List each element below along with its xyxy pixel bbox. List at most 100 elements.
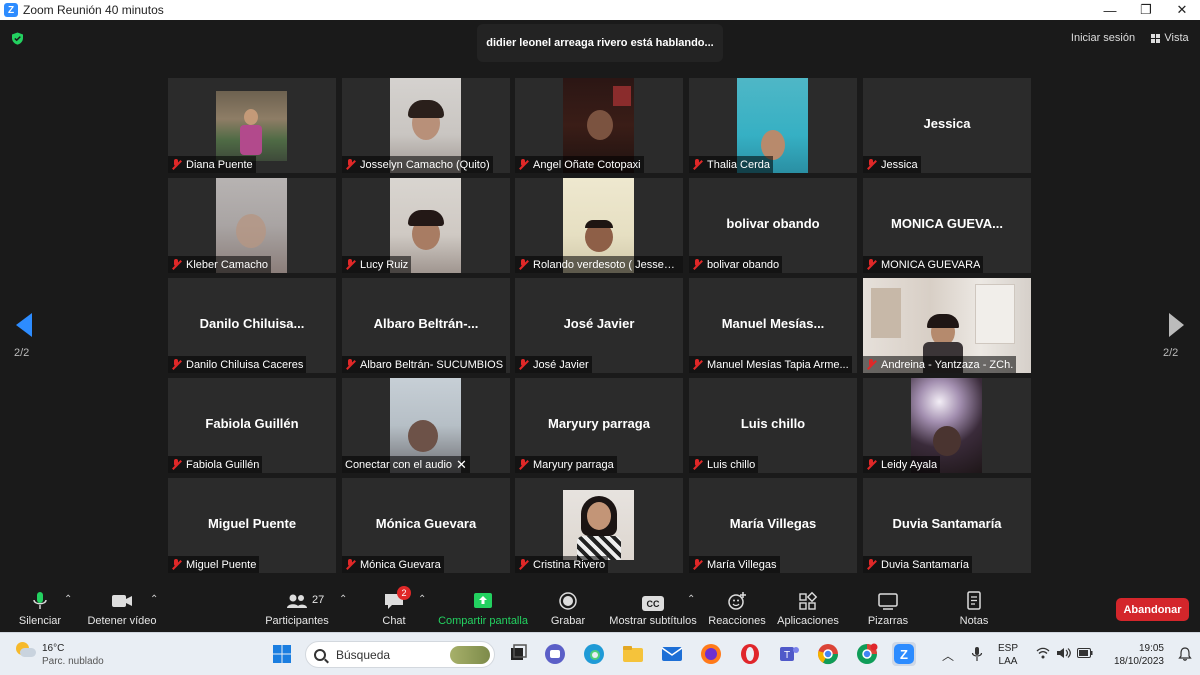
- teams-icon[interactable]: T: [777, 642, 801, 666]
- search-icon: [314, 648, 326, 661]
- participant-tile[interactable]: Kleber Camacho: [168, 178, 336, 273]
- participant-tile[interactable]: Maryury parraga Maryury parraga: [515, 378, 683, 473]
- chat-options-caret-icon[interactable]: ⌃: [418, 594, 426, 605]
- keyboard-language[interactable]: ESP LAA: [998, 642, 1018, 668]
- participant-tile[interactable]: Angel Oñate Cotopaxi: [515, 78, 683, 173]
- participant-nameplate: Manuel Mesías Tapia Arme...: [689, 356, 852, 373]
- muted-mic-icon: [866, 559, 876, 570]
- svg-text:T: T: [784, 650, 790, 661]
- participant-tile[interactable]: Diana Puente: [168, 78, 336, 173]
- participant-tile[interactable]: Manuel Mesías... Manuel Mesías Tapia Arm…: [689, 278, 857, 373]
- reactions-button[interactable]: Reacciones: [708, 585, 766, 632]
- participant-display-name: Fabiola Guillén: [205, 416, 299, 431]
- participant-display-name: Albaro Beltrán-...: [373, 316, 479, 331]
- notes-button[interactable]: Notas: [956, 585, 992, 632]
- notes-icon: [967, 591, 981, 610]
- participant-avatar-photo: [563, 490, 634, 560]
- chat-app-icon[interactable]: [543, 642, 567, 666]
- weather-widget[interactable]: 16°C Parc. nublado: [14, 642, 104, 668]
- window-controls: — ❐ ✕: [1092, 0, 1200, 20]
- volume-icon[interactable]: [1056, 647, 1071, 659]
- participant-tile[interactable]: José Javier José Javier: [515, 278, 683, 373]
- participant-tile[interactable]: Albaro Beltrán-... Albaro Beltrán- SUCUM…: [342, 278, 510, 373]
- participant-nameplate: Albaro Beltrán- SUCUMBIOS: [342, 356, 507, 373]
- edge-browser-icon[interactable]: [582, 642, 606, 666]
- windows-start-icon[interactable]: [270, 642, 294, 666]
- muted-mic-icon: [866, 159, 876, 170]
- zoom-logo-icon: Z: [4, 3, 18, 17]
- zoom-app-icon[interactable]: Z: [892, 642, 916, 666]
- chat-button[interactable]: 2 Chat: [376, 585, 412, 632]
- participant-tile[interactable]: Jessica Jessica: [863, 78, 1031, 173]
- participant-nameplate: Lucy Ruiz: [342, 256, 412, 273]
- task-view-icon[interactable]: [505, 642, 529, 666]
- opera-icon[interactable]: [738, 642, 762, 666]
- participant-tile[interactable]: Josselyn Camacho (Quito): [342, 78, 510, 173]
- participants-button[interactable]: 27 Participantes: [263, 585, 331, 632]
- mute-button[interactable]: Silenciar: [14, 585, 66, 632]
- audio-options-caret-icon[interactable]: ⌃: [64, 594, 72, 605]
- participant-tile[interactable]: Lucy Ruiz: [342, 178, 510, 273]
- battery-icon[interactable]: [1077, 648, 1093, 658]
- close-icon[interactable]: ✕: [456, 457, 467, 473]
- previous-page-arrow-icon[interactable]: [16, 313, 32, 337]
- participant-tile[interactable]: Fabiola Guillén Fabiola Guillén: [168, 378, 336, 473]
- participant-tile[interactable]: María Villegas María Villegas: [689, 478, 857, 573]
- participant-tile[interactable]: Miguel Puente Miguel Puente: [168, 478, 336, 573]
- participant-tile[interactable]: Rolando verdesoto ( Jessenia...: [515, 178, 683, 273]
- page-indicator-left: 2/2: [14, 347, 30, 359]
- video-camera-icon: [112, 595, 132, 607]
- participant-tile[interactable]: MONICA GUEVA... MONICA GUEVARA: [863, 178, 1031, 273]
- file-explorer-icon[interactable]: [621, 642, 645, 666]
- participant-tile[interactable]: Conectar con el audio ✕: [342, 378, 510, 473]
- share-screen-button[interactable]: Compartir pantalla: [436, 585, 530, 632]
- participant-tile[interactable]: bolivar obando bolivar obando: [689, 178, 857, 273]
- participant-video: [216, 91, 287, 161]
- participant-nameplate: Leidy Ayala: [863, 456, 941, 473]
- show-subtitles-button[interactable]: CC Mostrar subtítulos: [608, 585, 698, 632]
- show-hidden-icons-chevron-icon[interactable]: ︿: [942, 647, 954, 664]
- participant-tile[interactable]: Duvia Santamaría Duvia Santamaría: [863, 478, 1031, 573]
- subtitles-options-caret-icon[interactable]: ⌃: [687, 594, 695, 605]
- record-button[interactable]: Grabar: [548, 585, 588, 632]
- participant-nameplate: Maryury parraga: [515, 456, 617, 473]
- muted-mic-icon: [692, 359, 702, 370]
- participants-count: 27: [312, 594, 325, 606]
- firefox-icon[interactable]: [699, 642, 723, 666]
- video-options-caret-icon[interactable]: ⌃: [150, 594, 158, 605]
- maximize-button[interactable]: ❐: [1128, 0, 1164, 20]
- participants-options-caret-icon[interactable]: ⌃: [339, 594, 347, 605]
- participant-nameplate: Andreina - Yantzaza - ZCh.: [863, 356, 1017, 373]
- whiteboards-button[interactable]: Pizarras: [866, 585, 910, 632]
- muted-mic-icon: [866, 359, 876, 370]
- system-clock[interactable]: 19:05 18/10/2023: [1106, 642, 1164, 668]
- next-page-arrow-icon[interactable]: [1169, 313, 1184, 337]
- weather-condition: Parc. nublado: [42, 656, 104, 667]
- participant-tile[interactable]: Mónica Guevara Mónica Guevara: [342, 478, 510, 573]
- mail-icon[interactable]: [660, 642, 684, 666]
- participant-tile[interactable]: Luis chillo Luis chillo: [689, 378, 857, 473]
- apps-button[interactable]: Aplicaciones: [776, 585, 840, 632]
- chrome-icon[interactable]: [816, 642, 840, 666]
- wifi-icon[interactable]: [1036, 647, 1050, 659]
- microphone-tray-icon[interactable]: [970, 646, 984, 662]
- participant-tile[interactable]: Thalia Cerda: [689, 78, 857, 173]
- participant-tile[interactable]: Cristina Rivero: [515, 478, 683, 573]
- security-shield-icon[interactable]: [11, 32, 24, 45]
- muted-mic-icon: [518, 259, 528, 270]
- partly-cloudy-icon: [14, 642, 36, 660]
- view-button[interactable]: Vista: [1146, 28, 1194, 48]
- close-window-button[interactable]: ✕: [1164, 0, 1200, 20]
- chrome-profile-icon[interactable]: [855, 642, 879, 666]
- participant-tile[interactable]: Leidy Ayala: [863, 378, 1031, 473]
- audio-connect-prompt[interactable]: Conectar con el audio ✕: [342, 456, 470, 473]
- participant-tile[interactable]: Andreina - Yantzaza - ZCh.: [863, 278, 1031, 373]
- minimize-button[interactable]: —: [1092, 0, 1128, 20]
- notifications-bell-icon[interactable]: [1178, 647, 1192, 661]
- stop-video-button[interactable]: Detener vídeo: [86, 585, 158, 632]
- taskbar-search[interactable]: Búsqueda: [305, 641, 495, 668]
- participant-tile[interactable]: Danilo Chiluisa... Danilo Chiluisa Cacer…: [168, 278, 336, 373]
- leave-meeting-button[interactable]: Abandonar: [1116, 598, 1189, 621]
- login-button[interactable]: Iniciar sesión: [1068, 28, 1138, 48]
- muted-mic-icon: [171, 459, 181, 470]
